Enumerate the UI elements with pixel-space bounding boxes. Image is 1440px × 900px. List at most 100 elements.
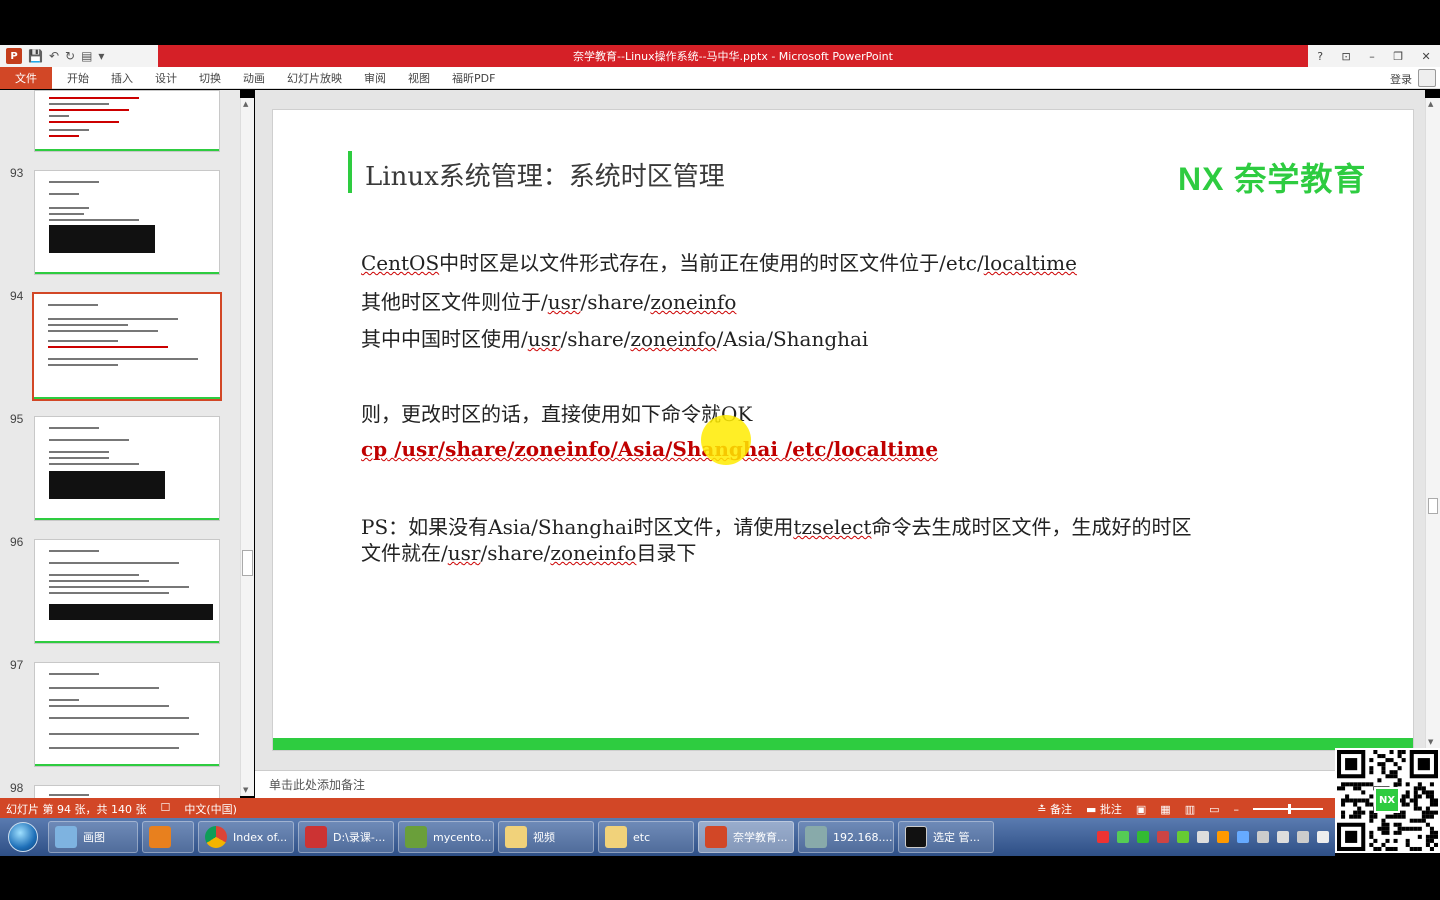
system-tray [1097, 831, 1335, 843]
help-button[interactable]: ? [1317, 50, 1323, 63]
taskbar-folder-recording[interactable]: D:\录课-... [298, 821, 394, 853]
user-avatar-icon[interactable] [1418, 69, 1436, 87]
redo-icon[interactable]: ↻ [65, 49, 75, 63]
ribbon-display-options-button[interactable]: ⊡ [1342, 50, 1351, 63]
editor-scroll-thumb[interactable] [1428, 498, 1438, 514]
taskbar-paint[interactable]: 画图 [48, 821, 138, 853]
status-bar: 幻灯片 第 94 张，共 140 张 ☐ 中文(中国) ≛ 备注 ▬ 批注 ▣ … [0, 798, 1335, 818]
comments-toggle-button[interactable]: ▬ 批注 [1086, 801, 1122, 817]
tab-design[interactable]: 设计 [155, 70, 177, 86]
editor-scroll-up-icon[interactable]: ▲ [1428, 100, 1433, 108]
slide-thumbnail-96[interactable] [34, 539, 220, 644]
notes-icon: ≛ [1037, 803, 1050, 816]
editor-scroll-down-icon[interactable]: ▼ [1428, 738, 1433, 746]
tray-app-icon[interactable] [1237, 831, 1249, 843]
start-from-beginning-icon[interactable]: ▤ [81, 49, 92, 63]
quick-access-toolbar: P 💾 ↶ ↻ ▤ ▾ [0, 45, 158, 67]
body-line-3[interactable]: 其中中国时区使用/usr/share/zoneinfo/Asia/Shangha… [361, 323, 868, 352]
app-icon [149, 826, 171, 848]
mouse-cursor-highlight [701, 415, 751, 465]
slide-sorter-icon[interactable]: ▦ [1160, 803, 1170, 816]
tab-transitions[interactable]: 切换 [199, 70, 221, 86]
scroll-down-arrow-icon[interactable]: ▼ [243, 786, 248, 794]
slide-title[interactable]: Linux系统管理：系统时区管理 [365, 156, 725, 193]
zoom-out-icon[interactable]: – [1234, 803, 1240, 816]
slide-editor: Linux系统管理：系统时区管理 NX 奈学教育 CentOS中时区是以文件形式… [255, 90, 1425, 770]
zoom-slider[interactable] [1253, 804, 1323, 814]
recorder-icon [305, 826, 327, 848]
login-link[interactable]: 登录 [1390, 71, 1412, 87]
undo-icon[interactable]: ↶ [49, 49, 59, 63]
slide-thumbnail-97[interactable] [34, 662, 220, 767]
save-icon[interactable]: 💾 [28, 49, 43, 63]
slide-thumbnail-93[interactable] [34, 170, 220, 275]
tab-view[interactable]: 视图 [408, 70, 430, 86]
ps-line-2[interactable]: 文件就在/usr/share/zoneinfo目录下 [361, 537, 696, 566]
body-line-2[interactable]: 其他时区文件则位于/usr/share/zoneinfo [361, 286, 736, 315]
cmd-icon [905, 826, 927, 848]
qq-icon[interactable] [1217, 831, 1229, 843]
taskbar-remote[interactable]: 192.168.... [798, 821, 894, 853]
battery-icon[interactable] [1117, 831, 1129, 843]
slide-number-96: 96 [10, 535, 24, 549]
language-indicator[interactable]: 中文(中国) [184, 801, 237, 817]
nx-logo: NX 奈学教育 [1178, 161, 1367, 197]
network-icon[interactable] [1257, 831, 1269, 843]
paint-icon [55, 826, 77, 848]
wechat-icon[interactable] [1137, 831, 1149, 843]
taskbar-chrome[interactable]: Index of... [198, 821, 294, 853]
taskbar-cmd[interactable]: 选定 管... [898, 821, 994, 853]
notes-pane[interactable]: 单击此处添加备注 [255, 770, 1335, 798]
sogou-icon[interactable] [1097, 831, 1109, 843]
editor-scrollbar[interactable]: ▲ ▼ [1425, 98, 1440, 748]
taskbar-folder-etc[interactable]: etc [598, 821, 694, 853]
thumbnails-scroll-thumb[interactable] [242, 550, 253, 576]
tab-animations[interactable]: 动画 [243, 70, 265, 86]
taskbar-powerpoint[interactable]: 奈学教育... [698, 821, 794, 853]
chrome-icon [205, 826, 227, 848]
notes-placeholder[interactable]: 单击此处添加备注 [269, 776, 365, 793]
current-slide[interactable]: Linux系统管理：系统时区管理 NX 奈学教育 CentOS中时区是以文件形式… [272, 109, 1414, 751]
thumbnails-scrollbar[interactable]: ▲ ▼ [240, 98, 254, 796]
ps-line-1[interactable]: PS：如果没有Asia/Shanghai时区文件，请使用tzselect命令去生… [361, 511, 1191, 540]
slide-thumbnail-92[interactable] [34, 90, 220, 152]
volume-icon[interactable] [1277, 831, 1289, 843]
notes-toggle-button[interactable]: ≛ 备注 [1037, 801, 1072, 817]
comments-icon: ▬ [1085, 803, 1100, 816]
close-button[interactable]: ✕ [1422, 50, 1431, 63]
slide-thumbnail-98[interactable] [34, 785, 220, 798]
taskbar-folder-video[interactable]: 视频 [498, 821, 594, 853]
restore-button[interactable]: ❐ [1393, 50, 1403, 63]
folder-icon [505, 826, 527, 848]
taskbar-app[interactable] [142, 821, 194, 853]
slide-thumbnails-pane: 93 94 95 96 97 98 [0, 90, 240, 798]
tab-review[interactable]: 审阅 [364, 70, 386, 86]
display-icon[interactable] [1297, 831, 1309, 843]
powerpoint-logo-icon: P [6, 48, 22, 64]
window-title: 奈学教育--Linux操作系统--马中华.pptx - Microsoft Po… [158, 45, 1308, 67]
tray-app-icon[interactable] [1177, 831, 1189, 843]
command-line[interactable]: cp /usr/share/zoneinfo/Asia/Shanghai /et… [361, 437, 938, 461]
scroll-up-arrow-icon[interactable]: ▲ [243, 100, 248, 108]
slide-thumbnail-94[interactable] [32, 292, 222, 401]
slide-thumbnail-95[interactable] [34, 416, 220, 521]
start-button[interactable] [0, 819, 46, 855]
minimize-button[interactable]: – [1369, 50, 1375, 63]
tab-file[interactable]: 文件 [0, 67, 52, 89]
tab-home[interactable]: 开始 [67, 70, 89, 86]
reading-view-icon[interactable]: ▥ [1185, 803, 1195, 816]
customize-qat-icon[interactable]: ▾ [98, 49, 104, 63]
slideshow-view-icon[interactable]: ▭ [1209, 803, 1219, 816]
windows-orb-icon [8, 822, 38, 852]
tab-foxit-pdf[interactable]: 福昕PDF [452, 70, 495, 86]
tray-app-icon[interactable] [1197, 831, 1209, 843]
tray-app-icon[interactable] [1157, 831, 1169, 843]
body-line-4[interactable]: 则，更改时区的话，直接使用如下命令就OK [361, 398, 752, 427]
taskbar-vmware[interactable]: mycento... [398, 821, 494, 853]
tab-insert[interactable]: 插入 [111, 70, 133, 86]
tab-slideshow[interactable]: 幻灯片放映 [287, 70, 342, 86]
spell-check-icon[interactable]: ☐ [160, 801, 170, 817]
normal-view-icon[interactable]: ▣ [1136, 803, 1146, 816]
body-line-1[interactable]: CentOS中时区是以文件形式存在，当前正在使用的时区文件位于/etc/loca… [361, 247, 1077, 276]
flag-icon[interactable] [1317, 831, 1329, 843]
